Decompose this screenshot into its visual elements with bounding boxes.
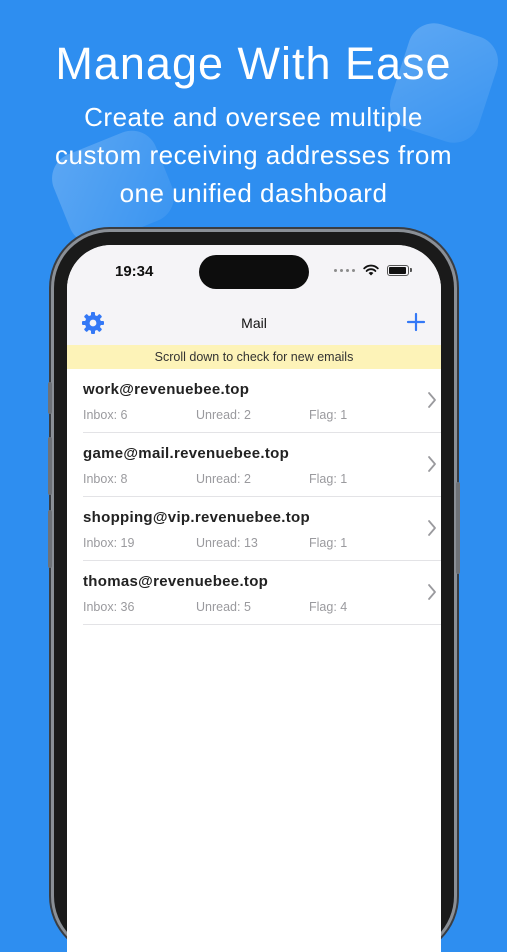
flag-count: Flag: 4 xyxy=(309,600,348,614)
account-address: thomas@revenuebee.top xyxy=(83,573,269,590)
phone-volume-up xyxy=(48,437,52,495)
dynamic-island xyxy=(199,255,309,289)
promo-subline: Create and oversee multiple custom recei… xyxy=(20,98,487,212)
account-row[interactable]: thomas@revenuebee.top Inbox: 36 Unread: … xyxy=(83,561,441,625)
gear-icon[interactable] xyxy=(81,311,105,335)
unread-count: Unread: 2 xyxy=(196,472,251,486)
account-row[interactable]: work@revenuebee.top Inbox: 6 Unread: 2 F… xyxy=(83,369,441,433)
account-address: shopping@vip.revenuebee.top xyxy=(83,509,310,526)
inbox-count: Inbox: 6 xyxy=(83,408,128,422)
wifi-icon xyxy=(363,264,379,276)
phone-volume-down xyxy=(48,510,52,568)
page-title: Mail xyxy=(241,315,267,331)
account-list: work@revenuebee.top Inbox: 6 Unread: 2 F… xyxy=(67,369,441,625)
phone-frame: 19:34 Mail Scroll down to check for new … xyxy=(48,232,460,952)
phone-screen: 19:34 Mail Scroll down to check for new … xyxy=(67,245,441,952)
status-time: 19:34 xyxy=(115,263,154,280)
chevron-right-icon xyxy=(428,456,436,472)
account-row[interactable]: game@mail.revenuebee.top Inbox: 8 Unread… xyxy=(83,433,441,497)
navigation-bar: Mail xyxy=(67,301,441,345)
unread-count: Unread: 2 xyxy=(196,408,251,422)
promo-subline-line: custom receiving addresses from xyxy=(55,140,452,170)
chevron-right-icon xyxy=(428,584,436,600)
promo-subline-line: Create and oversee multiple xyxy=(84,102,423,132)
chevron-right-icon xyxy=(428,392,436,408)
refresh-hint-banner: Scroll down to check for new emails xyxy=(67,345,441,369)
battery-icon xyxy=(387,264,412,276)
flag-count: Flag: 1 xyxy=(309,536,348,550)
unread-count: Unread: 5 xyxy=(196,600,251,614)
promo-subline-line: one unified dashboard xyxy=(119,178,388,208)
flag-count: Flag: 1 xyxy=(309,408,348,422)
account-row[interactable]: shopping@vip.revenuebee.top Inbox: 19 Un… xyxy=(83,497,441,561)
status-bar: 19:34 xyxy=(67,245,441,301)
inbox-count: Inbox: 8 xyxy=(83,472,128,486)
inbox-count: Inbox: 36 xyxy=(83,600,135,614)
unread-count: Unread: 13 xyxy=(196,536,258,550)
account-address: game@mail.revenuebee.top xyxy=(83,445,290,462)
phone-power-button xyxy=(456,482,460,574)
signal-dots-icon xyxy=(334,268,355,272)
phone-mute-switch xyxy=(48,382,52,414)
inbox-count: Inbox: 19 xyxy=(83,536,135,550)
status-icons xyxy=(334,264,412,276)
promo-headline: Manage With Ease xyxy=(55,38,452,89)
account-address: work@revenuebee.top xyxy=(83,381,250,398)
chevron-right-icon xyxy=(428,520,436,536)
plus-icon[interactable] xyxy=(405,311,427,333)
flag-count: Flag: 1 xyxy=(309,472,348,486)
